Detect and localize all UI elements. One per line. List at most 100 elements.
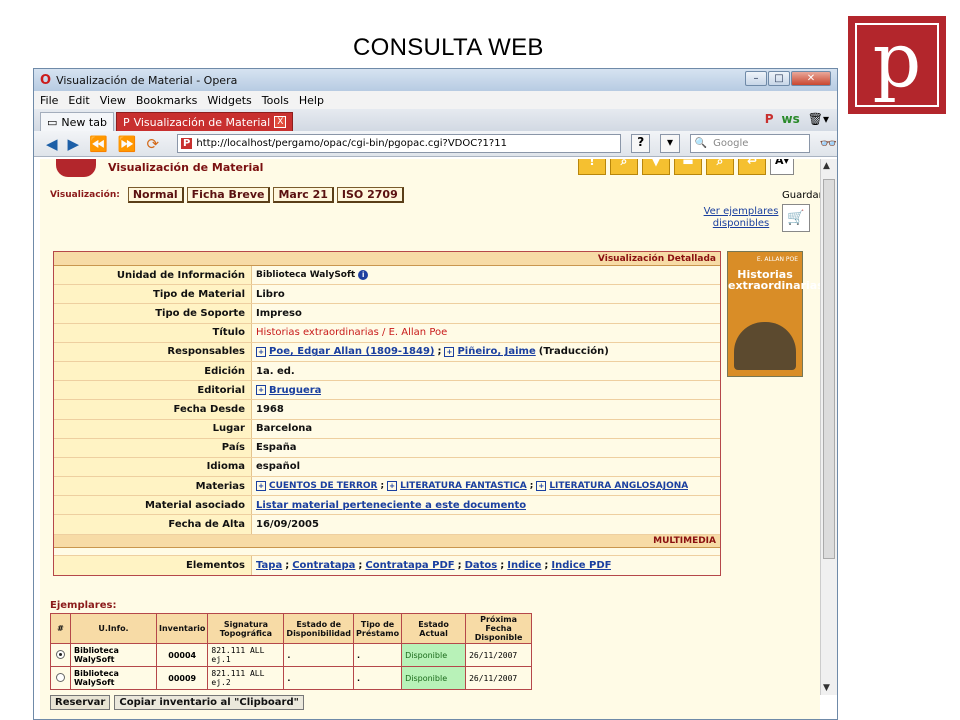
alert-icon[interactable]: ! [578,159,606,175]
materia-link[interactable]: CUENTOS DE TERROR [269,481,377,491]
help-button[interactable]: ? [631,134,651,153]
field-value: Barcelona [256,423,313,435]
glasses-icon[interactable]: 👓 [820,136,837,152]
rewind-icon[interactable]: ⏪ [89,135,108,153]
ver-ejemplares-link[interactable]: Ver ejemplares disponibles [700,206,782,230]
menu-file[interactable]: File [40,94,58,107]
search-placeholder: Google [713,138,749,149]
back-icon[interactable]: ◀ [46,135,58,153]
back-arrow-icon[interactable]: ↩ [738,159,766,175]
materia-link[interactable]: LITERATURA ANGLOSAJONA [549,481,688,491]
table-cell: Biblioteca WalySoft [70,643,157,667]
row-radio[interactable] [56,672,65,682]
field-key: Tipo de Soporte [54,304,252,323]
menu-edit[interactable]: Edit [68,94,89,107]
contratapa-pdf-link[interactable]: Contratapa PDF [365,560,454,571]
indice-link[interactable]: Indice [507,560,541,571]
maximize-button[interactable]: □ [768,71,790,86]
field-key: Fecha de Alta [54,515,252,534]
pergamo-icon: P [122,115,130,129]
field-key: País [54,438,252,457]
menu-tools[interactable]: Tools [262,94,289,107]
column-header: U.Info. [70,613,157,644]
menu-view[interactable]: View [100,94,126,107]
slide-title: CONSULTA WEB [353,34,544,61]
material-asociado-link[interactable]: Listar material perteneciente a este doc… [256,500,526,511]
close-button[interactable]: ✕ [791,71,831,86]
page-title: Visualización de Material [108,161,264,174]
tab-new-tab[interactable]: ▭ New tab [40,112,114,131]
tapa-link[interactable]: Tapa [256,560,282,571]
link-icon: + [444,346,455,357]
detail-row: Material asociado Listar material perten… [54,496,720,516]
zoom-icon[interactable]: ⌕ [706,159,734,175]
folder-icon[interactable]: ▬ [674,159,702,175]
table-cell: 821.111 ALL ej.1 [207,643,285,667]
info-icon[interactable]: i [358,270,369,281]
font-size-button[interactable]: A▾ [770,159,794,175]
filter-icon[interactable]: ▼ [642,159,670,175]
column-header: Próxima Fecha Disponible [465,613,533,644]
view-marc21-button[interactable]: Marc 21 [273,187,334,203]
field-key: Lugar [54,419,252,438]
detail-row: Unidad de Información Biblioteca WalySof… [54,266,720,286]
status-cell: Disponible [401,643,467,667]
materia-link[interactable]: LITERATURA FANTASTICA [400,481,527,491]
link-icon: + [387,481,398,492]
vertical-scrollbar[interactable]: ▲ ▼ [820,159,837,695]
window-titlebar: O Visualización de Material - Opera – □ … [34,69,837,91]
detail-row: Edición 1a. ed. [54,361,720,382]
tab-visualizacion[interactable]: P Visualización de Material X [115,112,294,131]
brand-logo: p [848,16,946,114]
view-ficha-breve-button[interactable]: Ficha Breve [186,187,271,203]
multimedia-header: MULTIMEDIA [54,534,720,548]
reload-icon[interactable]: ⟳ [146,135,159,153]
table-cell: . [353,643,403,667]
fast-forward-icon[interactable]: ⏩ [118,135,137,153]
menu-bookmarks[interactable]: Bookmarks [136,94,197,107]
reservar-button[interactable]: Reservar [50,695,111,710]
menu-widgets[interactable]: Widgets [207,94,251,107]
scroll-thumb[interactable] [823,179,835,559]
table-cell: . [353,666,403,690]
pergamo-icon[interactable]: P [765,112,774,126]
copiar-inventario-button[interactable]: Copiar inventario al "Clipboard" [114,695,304,710]
detail-row: Elementos Tapa; Contratapa; Contratapa P… [54,555,720,575]
detail-row: Lugar Barcelona [54,419,720,439]
editorial-link[interactable]: Bruguera [269,385,321,396]
view-iso2709-button[interactable]: ISO 2709 [336,187,404,203]
responsable-link[interactable]: Piñeiro, Jaime [457,346,535,357]
detail-row: Tipo de Material Libro [54,285,720,305]
pergamo-logo [56,159,96,177]
menu-help[interactable]: Help [299,94,324,107]
tab-bar: ▭ New tab P Visualización de Material X … [34,109,837,131]
detail-table: Visualización Detallada Unidad de Inform… [53,251,721,576]
field-value: Historias extraordinarias / E. Allan Poe [256,327,448,339]
trash-icon[interactable]: 🗑▾ [808,112,829,126]
responsable-link[interactable]: Poe, Edgar Allan (1809-1849) [269,346,434,357]
cover-title: Historias extraordinarias [728,268,820,292]
field-key: Idioma [54,457,252,477]
row-radio[interactable] [56,649,65,659]
widget-icon[interactable]: ws [782,112,800,126]
view-normal-button[interactable]: Normal [127,187,184,203]
forward-icon[interactable]: ▶ [68,135,80,153]
table-cell: 26/11/2007 [465,643,533,667]
datos-link[interactable]: Datos [465,560,498,571]
minimize-button[interactable]: – [745,71,767,86]
search-field[interactable]: 🔍 Google [689,134,810,153]
column-header: Inventario [155,613,209,644]
scroll-up-icon[interactable]: ▲ [823,161,830,171]
scroll-down-icon[interactable]: ▼ [823,683,830,693]
indice-pdf-link[interactable]: Indice PDF [551,560,611,571]
url-field[interactable]: P http://localhost/pergamo/opac/cgi-bin/… [177,134,621,153]
tab-close-icon[interactable]: X [274,116,287,128]
cart-icon[interactable]: 🛒 [782,204,810,232]
ejemplares-label: Ejemplares: [50,600,117,611]
search-icon[interactable]: ⌕ [610,159,638,175]
contratapa-link[interactable]: Contratapa [292,560,355,571]
field-value: España [256,442,297,454]
dropdown-button[interactable]: ▾ [660,134,680,153]
link-icon: + [536,481,547,492]
field-key: Fecha Desde [54,400,252,419]
